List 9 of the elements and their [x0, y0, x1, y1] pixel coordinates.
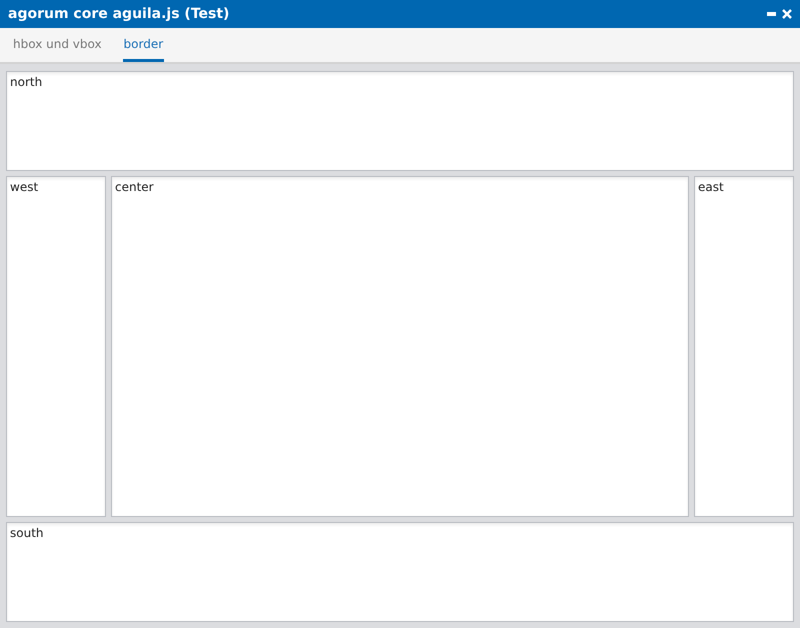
panel-label: north: [10, 75, 42, 89]
panel-label: east: [698, 180, 724, 194]
panel-label: west: [10, 180, 38, 194]
window-title: agorum core aguila.js (Test): [8, 6, 230, 22]
panel-label: south: [10, 526, 44, 540]
tab[interactable]: hbox und vbox: [12, 28, 103, 62]
panel-label: center: [115, 180, 154, 194]
tab[interactable]: border: [122, 28, 164, 62]
close-icon[interactable]: [782, 9, 792, 19]
